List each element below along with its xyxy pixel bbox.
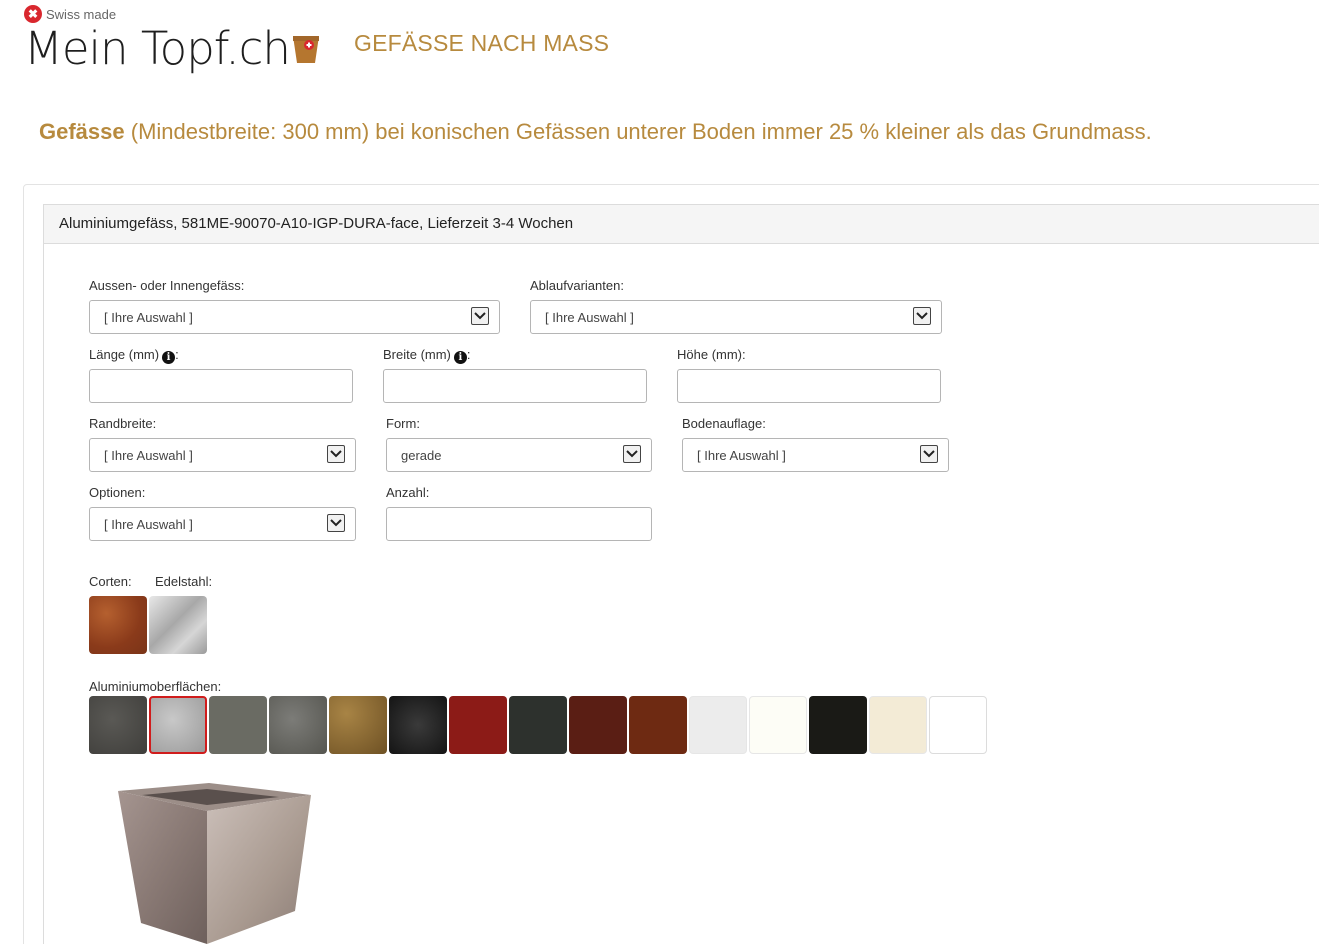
alu-swatch-anthracite[interactable] [89, 696, 147, 754]
bodenauflage-select[interactable]: [ Ihre Auswahl ] [682, 438, 949, 472]
aussen-innen-select[interactable]: [ Ihre Auswahl ] [89, 300, 500, 334]
bodenauflage-value: [ Ihre Auswahl ] [697, 448, 786, 463]
site-tagline: GEFÄSSE NACH MASS [354, 30, 610, 56]
form-label: Form: [386, 416, 420, 431]
aussen-innen-label: Aussen- oder Innengefäss: [89, 278, 245, 293]
info-icon[interactable]: i [453, 351, 467, 364]
laenge-label-colon: : [175, 347, 179, 362]
ablaufvarianten-value: [ Ihre Auswahl ] [545, 310, 634, 325]
edelstahl-swatch[interactable] [149, 596, 207, 654]
chevron-down-icon [913, 307, 931, 325]
ablaufvarianten-label: Ablaufvarianten: [530, 278, 624, 293]
alu-swatch-silver-selected[interactable] [149, 696, 207, 754]
alu-swatch-bronze[interactable] [329, 696, 387, 754]
alu-swatch-black-sparkle[interactable] [389, 696, 447, 754]
randbreite-label: Randbreite: [89, 416, 157, 431]
swiss-cross-icon: ✖ [24, 5, 42, 23]
product-title: Aluminiumgefäss, 581ME-90070-A10-IGP-DUR… [59, 215, 574, 232]
alu-swatch-white[interactable] [929, 696, 987, 754]
pot-logo-icon [293, 36, 319, 63]
alu-swatch-ivory[interactable] [869, 696, 927, 754]
breite-label-colon: : [466, 347, 471, 362]
chevron-down-icon [327, 514, 345, 532]
aussen-innen-value: [ Ihre Auswahl ] [104, 310, 193, 325]
alu-swatch-iron-grey[interactable] [269, 696, 327, 754]
randbreite-value: [ Ihre Auswahl ] [104, 448, 193, 463]
chevron-down-icon [623, 445, 641, 463]
anzahl-label: Anzahl: [386, 485, 430, 500]
chevron-down-icon [920, 445, 938, 463]
optionen-select[interactable]: [ Ihre Auswahl ] [89, 507, 356, 541]
laenge-label-text: Länge (mm) [89, 347, 160, 362]
corten-label: Corten: [89, 574, 132, 589]
headline-strong: Gefässe [39, 119, 125, 144]
anzahl-input[interactable] [386, 507, 652, 541]
alu-swatch-black[interactable] [809, 696, 867, 754]
bodenauflage-label: Bodenauflage: [682, 416, 766, 431]
alu-swatch-red[interactable] [449, 696, 507, 754]
edelstahl-label: Edelstahl: [155, 574, 213, 589]
alu-swatch-rust-brown[interactable] [629, 696, 687, 754]
swiss-made-badge: ✖ Swiss made [24, 5, 116, 23]
optionen-value: [ Ihre Auswahl ] [104, 517, 193, 532]
chevron-down-icon [471, 307, 489, 325]
breite-label: Breite (mm) i: [383, 347, 471, 364]
breite-input[interactable] [383, 369, 647, 403]
aluminium-label: Aluminiumoberflächen: [89, 679, 222, 694]
randbreite-select[interactable]: [ Ihre Auswahl ] [89, 438, 356, 472]
alu-swatch-maroon[interactable] [569, 696, 627, 754]
breite-label-text: Breite (mm) [383, 347, 451, 362]
corten-swatch[interactable] [89, 596, 147, 654]
alu-swatch-light-grey[interactable] [689, 696, 747, 754]
product-image [118, 783, 311, 944]
swiss-made-label: Swiss made [46, 6, 117, 22]
laenge-input[interactable] [89, 369, 353, 403]
alu-swatch-dark-green[interactable] [509, 696, 567, 754]
chevron-down-icon [327, 445, 345, 463]
ablaufvarianten-select[interactable]: [ Ihre Auswahl ] [530, 300, 942, 334]
info-icon[interactable]: i [162, 351, 176, 364]
optionen-label: Optionen: [89, 485, 146, 500]
laenge-label: Länge (mm) i: [89, 347, 179, 364]
page-headline: Gefässe (Mindestbreite: 300 mm) bei koni… [39, 119, 1152, 145]
form-value: gerade [401, 448, 442, 463]
site-logo[interactable]: Mein Topf.ch [24, 22, 291, 75]
headline-text: (Mindestbreite: 300 mm) bei konischen Ge… [124, 119, 1152, 144]
hoehe-label: Höhe (mm): [677, 347, 746, 362]
hoehe-input[interactable] [677, 369, 941, 403]
alu-swatch-grey-green[interactable] [209, 696, 267, 754]
alu-swatch-cream-white[interactable] [749, 696, 807, 754]
form-select[interactable]: gerade [386, 438, 652, 472]
